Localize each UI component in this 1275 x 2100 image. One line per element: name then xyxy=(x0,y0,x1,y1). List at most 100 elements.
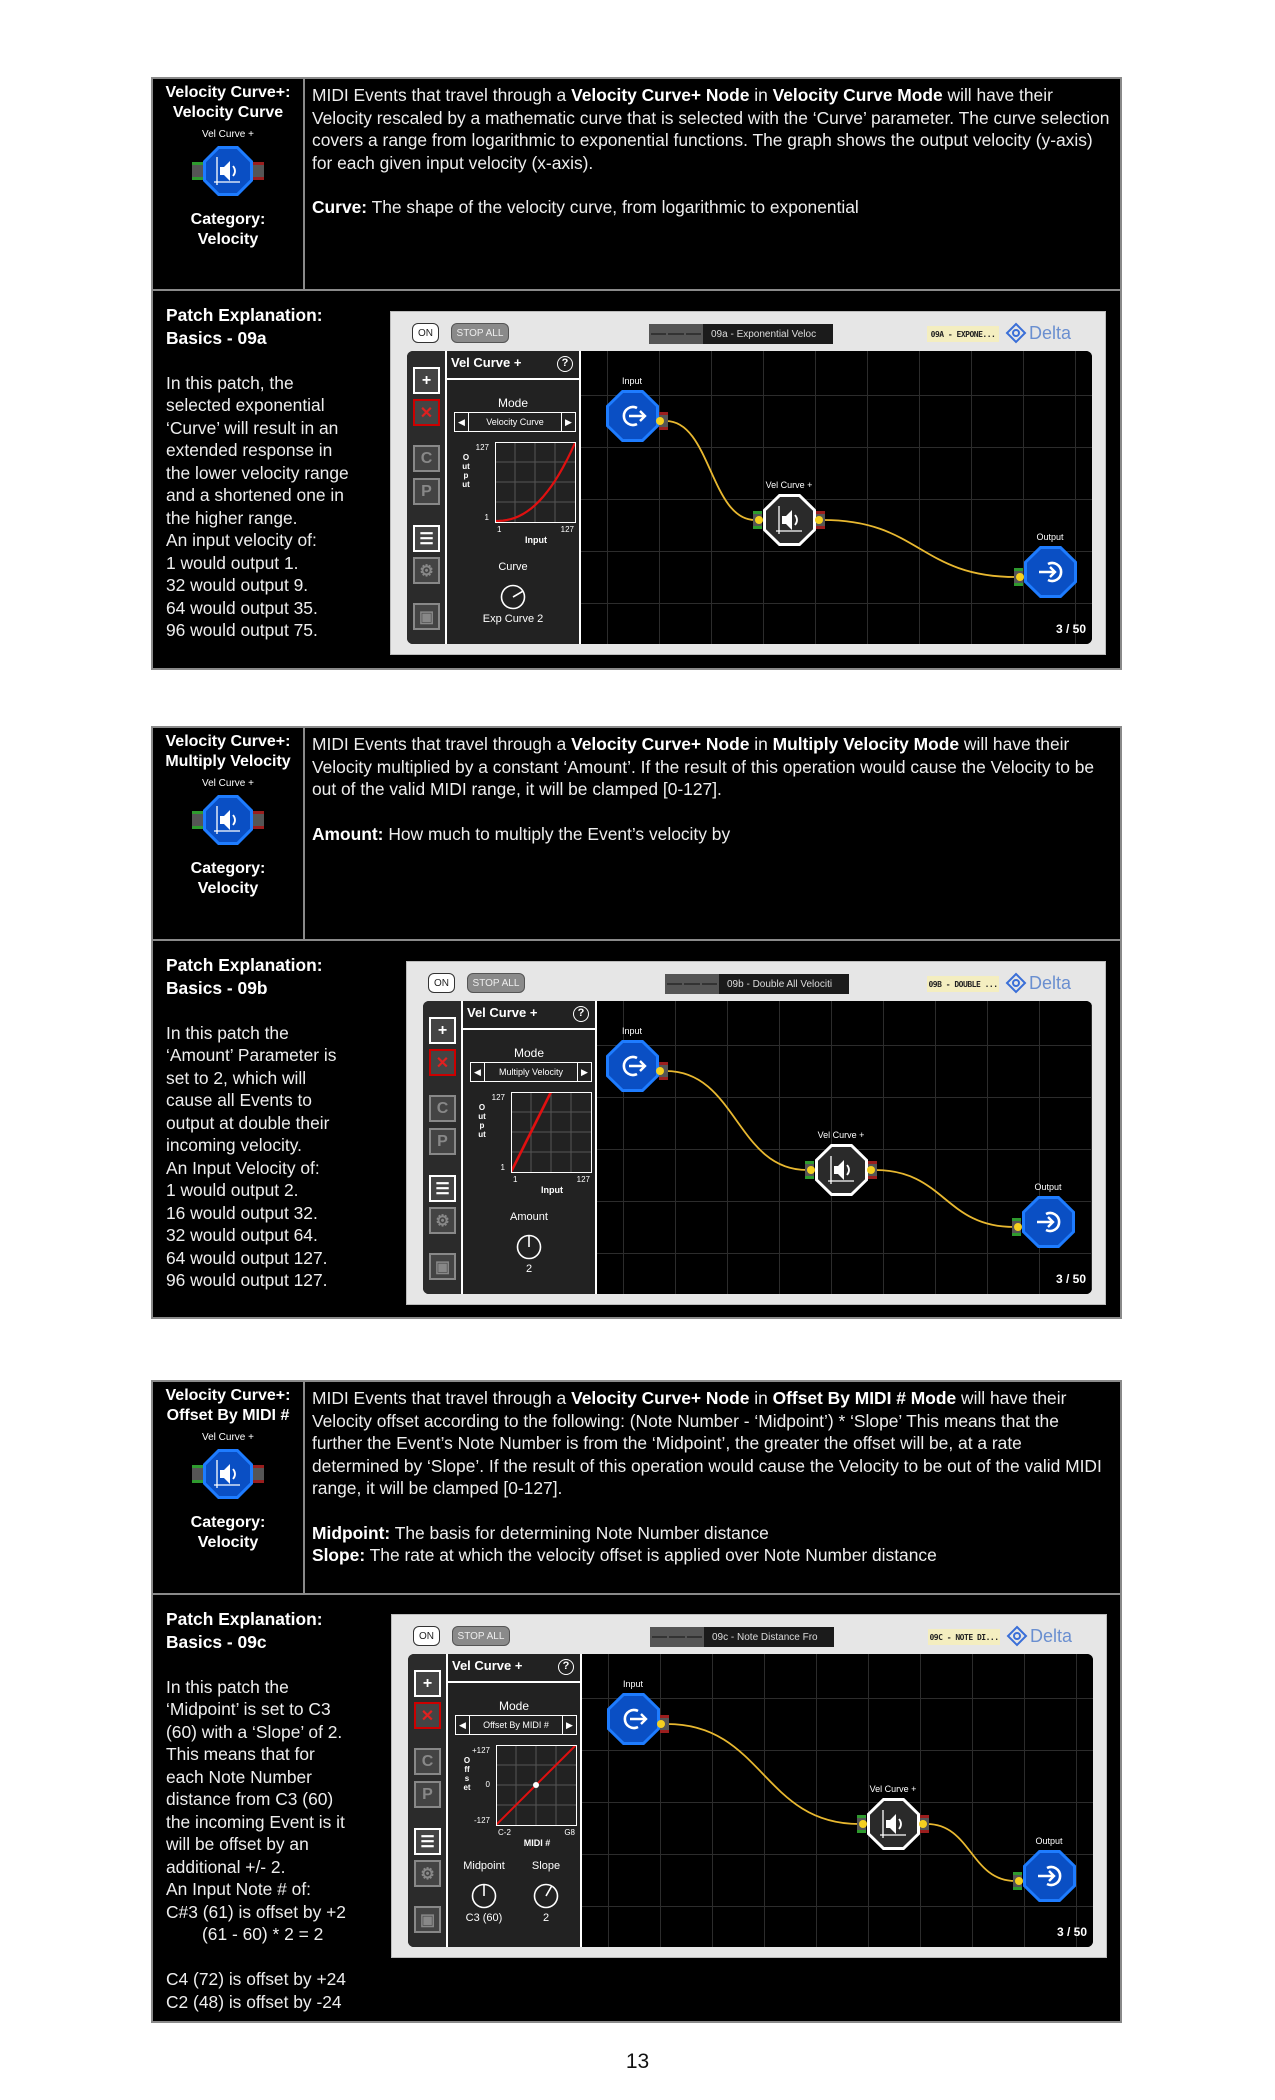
delete-button[interactable]: ✕ xyxy=(414,1702,441,1729)
patch-canvas[interactable]: Input Vel Curve + Output 3 / 50 xyxy=(582,1654,1093,1947)
save-icon[interactable] xyxy=(686,1636,702,1638)
in-port[interactable] xyxy=(753,511,763,529)
knob-midpoint[interactable] xyxy=(471,1883,497,1909)
menu-button[interactable]: ☰ xyxy=(413,525,440,552)
patch-body-line: (60) with a ‘Slope’ of 2. xyxy=(166,1721,343,1742)
copy-button[interactable]: C xyxy=(429,1095,456,1122)
save-icon[interactable] xyxy=(685,333,701,335)
help-button[interactable]: ? xyxy=(573,1006,589,1022)
paste-button[interactable]: P xyxy=(414,1781,441,1808)
patch-name-field[interactable]: 09b - Double All Velociti xyxy=(719,974,849,994)
patch-body-line: the lower velocity range xyxy=(166,462,349,483)
folder-icon[interactable] xyxy=(684,983,700,985)
folder-icon[interactable] xyxy=(668,333,684,335)
speaker-graph-icon xyxy=(208,800,248,845)
node-body[interactable] xyxy=(203,146,253,196)
input-node-label: Input xyxy=(622,1679,644,1689)
description-text: MIDI Events that travel through a Veloci… xyxy=(312,1387,1112,1500)
input-node[interactable] xyxy=(607,1693,660,1745)
help-button[interactable]: ? xyxy=(557,356,573,372)
patch-canvas[interactable]: Input Vel Curve + Output 3 / 50 xyxy=(581,351,1092,644)
mode-next-arrow[interactable]: ▶ xyxy=(577,1063,591,1081)
patch-name-field[interactable]: 09c - Note Distance Fro xyxy=(704,1627,834,1647)
mode-value: Velocity Curve xyxy=(486,417,544,427)
copy-button[interactable]: C xyxy=(413,445,440,472)
out-port[interactable] xyxy=(815,511,825,529)
patch-editor: + ✕ C P ☰ ⚙ ▣ Vel Curve +? Mode ◀ Offset By MIDI #… xyxy=(408,1654,1093,1947)
wire-0[interactable] xyxy=(665,420,756,521)
category-line: Velocity xyxy=(197,1534,259,1551)
delete-button[interactable]: ✕ xyxy=(413,399,440,426)
add-node-button[interactable]: + xyxy=(429,1017,456,1044)
knob-curve[interactable] xyxy=(500,584,526,610)
mode-selector[interactable]: ◀ Multiply Velocity ▶ xyxy=(470,1062,592,1082)
copy-button[interactable]: C xyxy=(414,1748,441,1775)
view-button[interactable]: ▣ xyxy=(414,1906,441,1933)
graph-x-right: G8 xyxy=(564,1828,575,1837)
patch-up-down-icon[interactable] xyxy=(652,1636,668,1638)
in-port[interactable] xyxy=(1012,1218,1022,1236)
parameter-item: Slope: The rate at which the velocity of… xyxy=(312,1544,1112,1567)
node-body[interactable] xyxy=(203,1449,253,1499)
wire-0[interactable] xyxy=(666,1723,860,1825)
on-button[interactable]: ON xyxy=(412,323,439,343)
stop-all-button[interactable]: STOP ALL xyxy=(451,323,509,343)
folder-icon[interactable] xyxy=(669,1636,685,1638)
help-button[interactable]: ? xyxy=(558,1659,574,1675)
delete-button[interactable]: ✕ xyxy=(429,1049,456,1076)
save-icon[interactable] xyxy=(701,983,717,985)
stop-all-button[interactable]: STOP ALL xyxy=(452,1626,510,1646)
node-body[interactable] xyxy=(203,795,253,845)
vel-curve-node[interactable] xyxy=(867,1798,920,1850)
out-port[interactable] xyxy=(656,412,668,430)
vel-curve-node[interactable] xyxy=(815,1144,868,1196)
in-port[interactable] xyxy=(805,1161,815,1179)
mode-selector[interactable]: ◀ Velocity Curve ▶ xyxy=(454,412,576,432)
in-port[interactable] xyxy=(857,1815,867,1833)
delta-logo: Delta xyxy=(1005,320,1085,346)
knob-amount[interactable] xyxy=(516,1234,542,1260)
add-node-button[interactable]: + xyxy=(414,1670,441,1697)
node-title-line: Velocity Curve xyxy=(172,104,284,121)
patch-up-down-icon[interactable] xyxy=(667,983,683,985)
on-button[interactable]: ON xyxy=(428,973,455,993)
mode-next-arrow[interactable]: ▶ xyxy=(562,1716,576,1734)
view-button[interactable]: ▣ xyxy=(413,603,440,630)
settings-button[interactable]: ⚙ xyxy=(414,1860,441,1887)
wire-1[interactable] xyxy=(874,1169,1015,1228)
in-port[interactable] xyxy=(1013,1872,1023,1890)
patch-canvas[interactable]: Input Vel Curve + Output 3 / 50 xyxy=(597,1001,1092,1294)
menu-button[interactable]: ☰ xyxy=(414,1828,441,1855)
settings-button[interactable]: ⚙ xyxy=(413,557,440,584)
output-node[interactable] xyxy=(1022,1196,1075,1248)
settings-button[interactable]: ⚙ xyxy=(429,1207,456,1234)
patch-name-field[interactable]: 09a - Exponential Veloc xyxy=(703,324,833,344)
output-arrow-icon xyxy=(1030,1856,1070,1901)
paste-button[interactable]: P xyxy=(413,478,440,505)
menu-button[interactable]: ☰ xyxy=(429,1175,456,1202)
out-port[interactable] xyxy=(919,1815,929,1833)
delta-logo: Delta xyxy=(1006,1623,1086,1649)
wire-1[interactable] xyxy=(926,1823,1016,1882)
on-button[interactable]: ON xyxy=(413,1626,440,1646)
add-node-button[interactable]: + xyxy=(413,367,440,394)
in-port[interactable] xyxy=(1014,568,1024,586)
mode-prev-arrow[interactable]: ◀ xyxy=(455,413,469,431)
input-node[interactable] xyxy=(606,1040,659,1092)
out-port[interactable] xyxy=(867,1161,877,1179)
mode-prev-arrow[interactable]: ◀ xyxy=(471,1063,485,1081)
mode-next-arrow[interactable]: ▶ xyxy=(561,413,575,431)
out-port[interactable] xyxy=(656,1062,668,1080)
wire-1[interactable] xyxy=(822,519,1017,578)
output-node[interactable] xyxy=(1023,1850,1076,1902)
knob-slope[interactable] xyxy=(533,1883,559,1909)
view-button[interactable]: ▣ xyxy=(429,1253,456,1280)
mode-prev-arrow[interactable]: ◀ xyxy=(456,1716,470,1734)
paste-button[interactable]: P xyxy=(429,1128,456,1155)
wire-0[interactable] xyxy=(665,1070,808,1171)
node-title-line: Velocity Curve+: xyxy=(165,733,291,750)
patch-up-down-icon[interactable] xyxy=(651,333,667,335)
stop-all-button[interactable]: STOP ALL xyxy=(467,973,525,993)
mode-selector[interactable]: ◀ Offset By MIDI # ▶ xyxy=(455,1715,577,1735)
out-port[interactable] xyxy=(657,1715,669,1733)
